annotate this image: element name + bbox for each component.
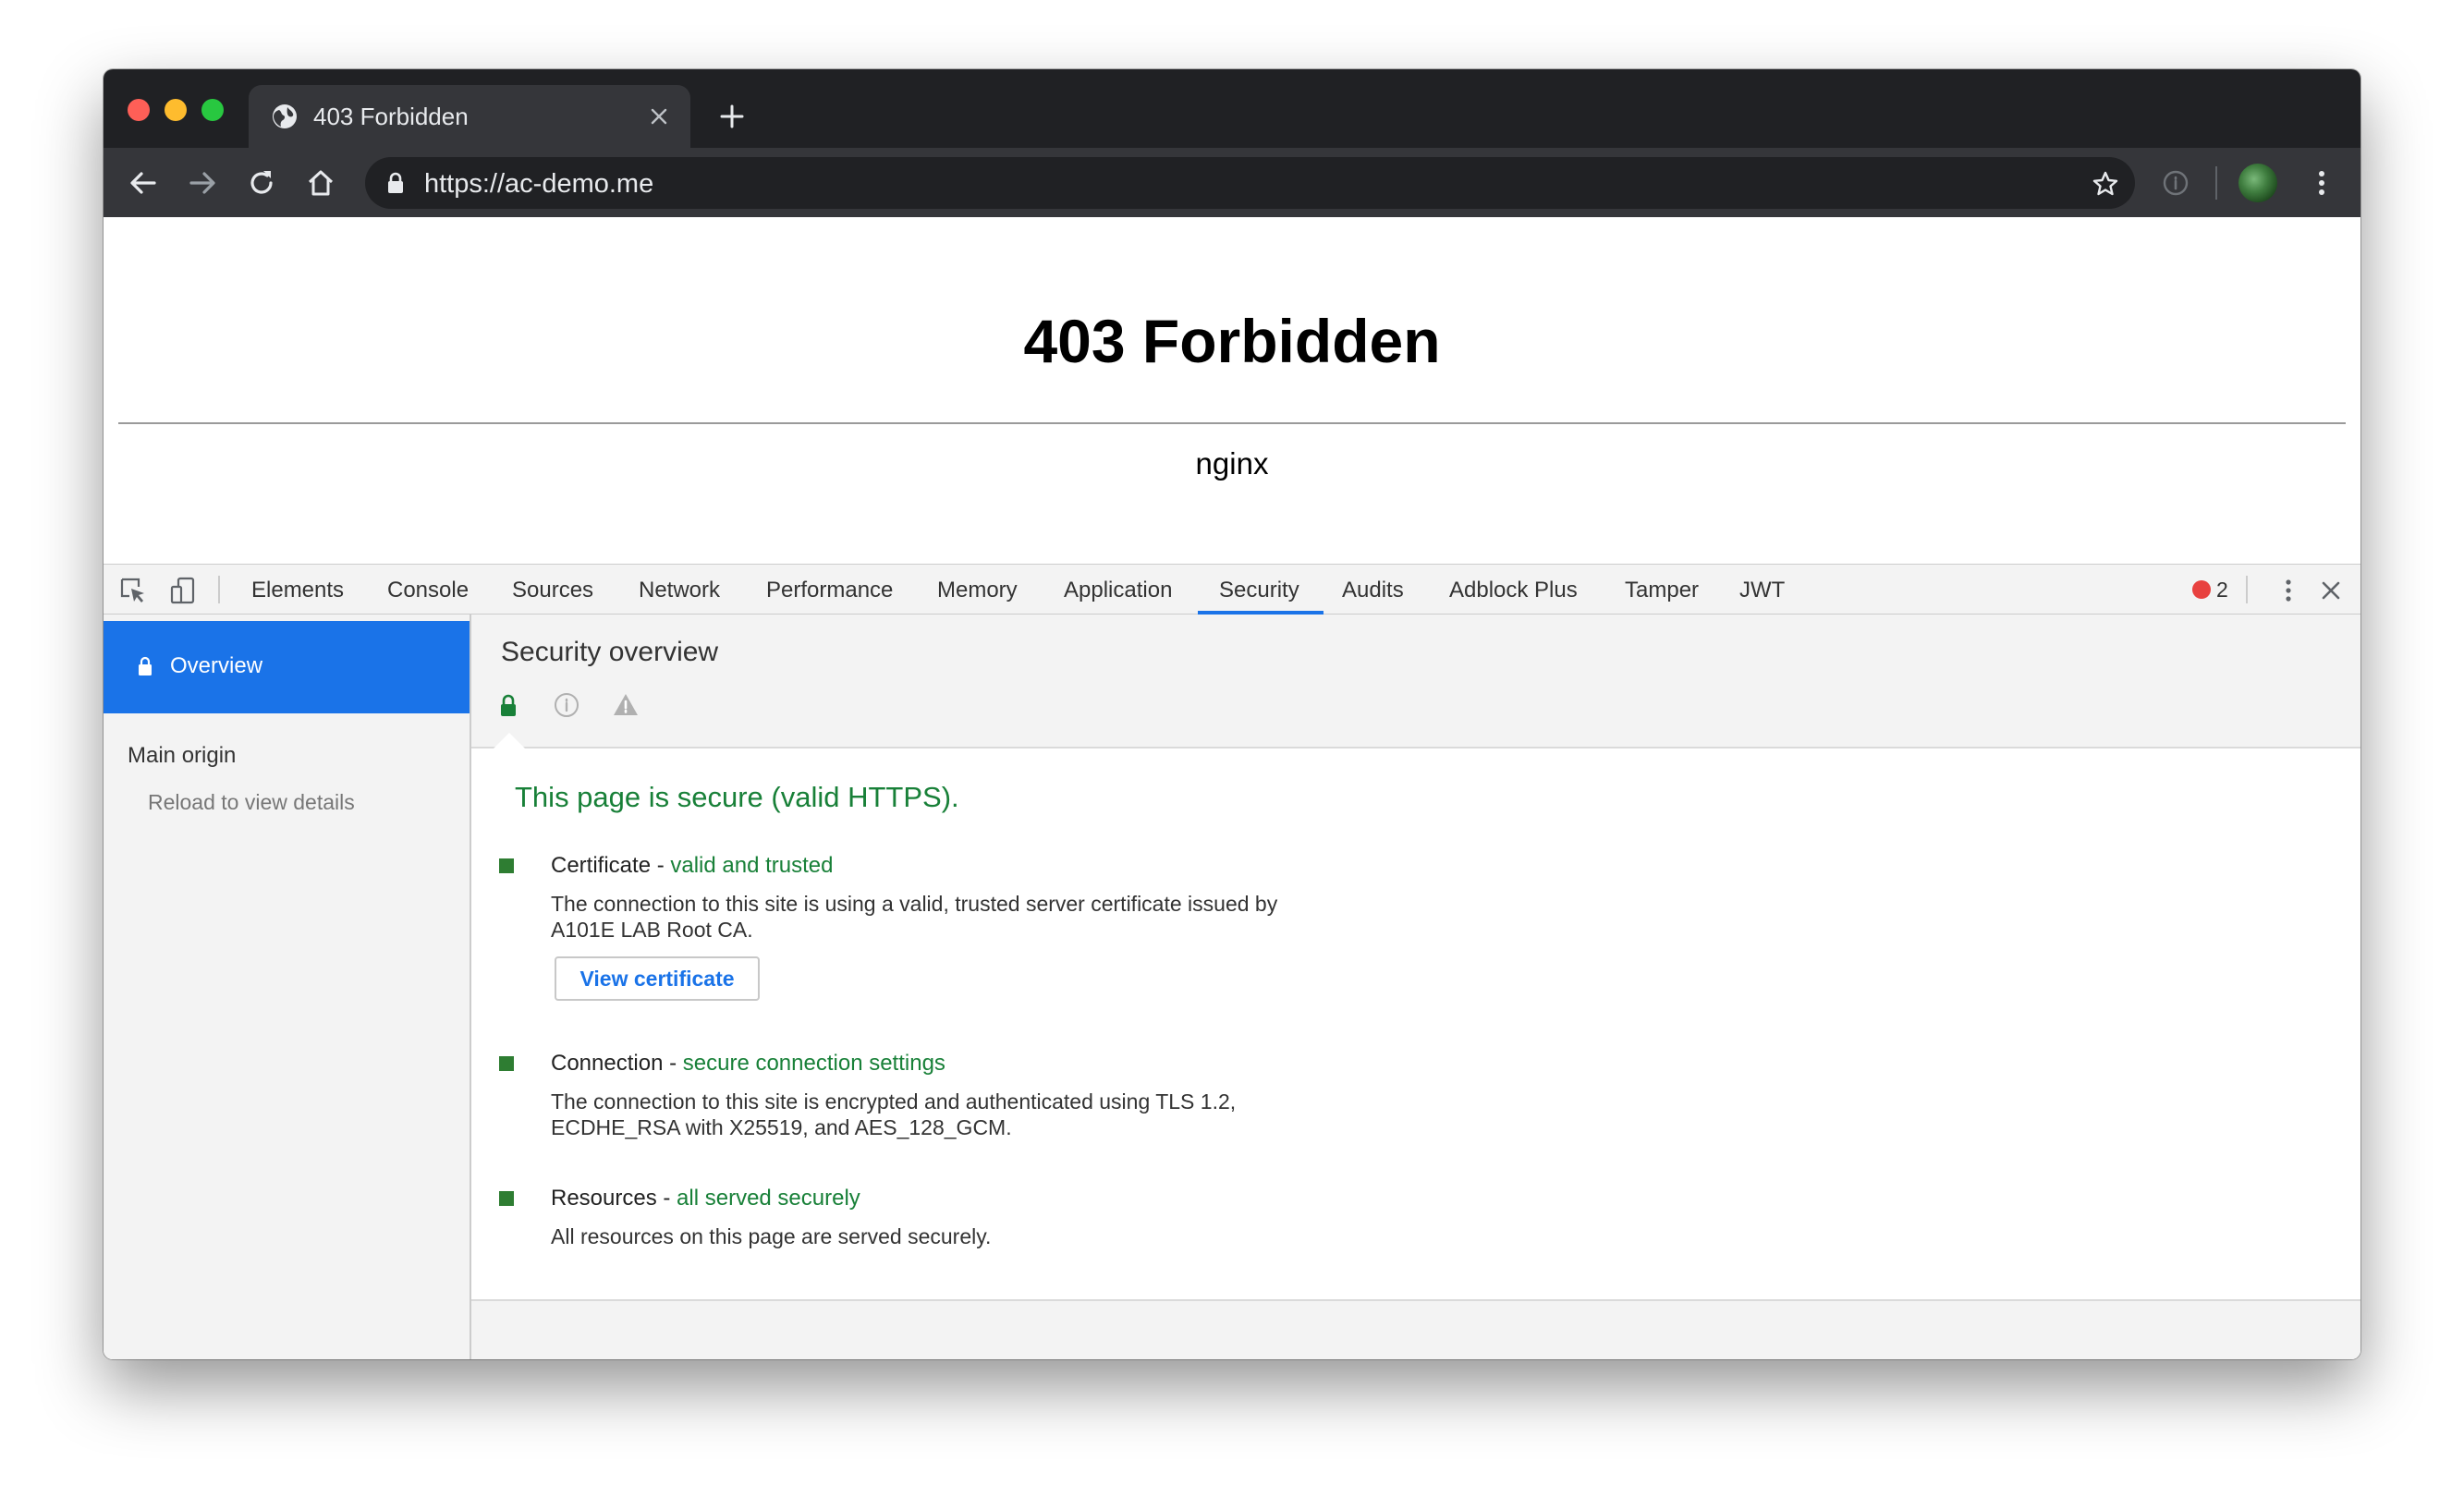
sidebar-item-reload[interactable]: Reload to view details (148, 787, 355, 817)
close-icon[interactable] (648, 105, 670, 128)
window-maximize-button[interactable] (201, 99, 224, 121)
star-icon[interactable] (2091, 169, 2120, 199)
devtools-tabbar: Elements Console Sources Network Perform… (104, 564, 2360, 615)
status-bullet (499, 1056, 514, 1071)
info-icon (555, 693, 579, 717)
security-sidebar: Overview Main origin Reload to view deta… (104, 615, 471, 1359)
url-text[interactable]: https://ac-demo.me (424, 169, 653, 199)
security-title: Security overview (501, 637, 719, 667)
tab-adblock-plus[interactable]: Adblock Plus (1449, 565, 1578, 615)
security-summary: This page is secure (valid HTTPS). (515, 781, 959, 813)
page-title: 403 Forbidden (1023, 307, 1441, 375)
item-name: Resources (551, 1186, 657, 1211)
item-status: all served securely (677, 1186, 860, 1211)
sidebar-item-label: Overview (170, 653, 263, 678)
error-icon (2192, 579, 2211, 599)
window-minimize-button[interactable] (165, 99, 187, 121)
item-name: Certificate (551, 853, 652, 878)
item-status: valid and trusted (670, 853, 834, 878)
error-counter[interactable]: 2 (2192, 576, 2228, 603)
item-description: The connection to this site is using a v… (551, 892, 1278, 942)
item-title: Connection - secure connection settings (551, 1050, 945, 1077)
tab-application[interactable]: Application (1064, 565, 1172, 615)
selected-indicator-caret (493, 733, 526, 749)
address-bar[interactable]: https://ac-demo.me (365, 157, 2135, 209)
tab-security[interactable]: Security (1219, 565, 1299, 615)
kebab-menu-icon[interactable] (2306, 167, 2337, 199)
lock-icon (139, 656, 152, 675)
tab-console[interactable]: Console (387, 565, 469, 615)
item-title: Certificate - valid and trusted (551, 852, 833, 880)
info-icon[interactable] (2160, 167, 2191, 199)
security-header: Security overview (471, 615, 2360, 749)
security-footer (471, 1301, 2360, 1359)
item-title: Resources - all served securely (551, 1185, 860, 1212)
toolbar-separator (2215, 166, 2217, 200)
tab-tamper[interactable]: Tamper (1625, 565, 1699, 615)
tab-jwt[interactable]: JWT (1739, 565, 1785, 615)
browser-window: 403 Forbidden https://ac-demo.me 403 For… (104, 69, 2360, 1359)
item-separator: - (651, 853, 671, 878)
lock-icon[interactable] (385, 172, 406, 194)
back-arrow-icon[interactable] (127, 166, 160, 200)
inspect-element-icon[interactable] (118, 576, 148, 605)
reload-icon[interactable] (245, 166, 278, 200)
status-bullet (499, 1191, 514, 1206)
sidebar-section-main-origin: Main origin (128, 743, 237, 768)
globe-icon (273, 104, 297, 128)
tab-sources[interactable]: Sources (512, 565, 593, 615)
item-description: All resources on this page are served se… (551, 1224, 992, 1248)
item-name: Connection (551, 1051, 664, 1076)
view-certificate-button[interactable]: View certificate (555, 956, 760, 1001)
tab-elements[interactable]: Elements (251, 565, 344, 615)
url-scheme: https:// (424, 169, 506, 199)
plus-icon[interactable] (718, 103, 746, 130)
browser-toolbar: https://ac-demo.me (104, 148, 2360, 217)
warning-icon (614, 694, 638, 715)
devtools-menu-icon[interactable] (2274, 576, 2303, 605)
error-count: 2 (2216, 578, 2228, 602)
server-name: nginx (1195, 446, 1269, 481)
sidebar-item-overview[interactable]: Overview (104, 621, 470, 713)
page-viewport: 403 Forbidden nginx (104, 217, 2360, 564)
device-toolbar-icon[interactable] (168, 576, 198, 605)
item-status: secure connection settings (682, 1051, 945, 1076)
tab-network[interactable]: Network (639, 565, 720, 615)
tab-audits[interactable]: Audits (1342, 565, 1404, 615)
tab-strip: 403 Forbidden (104, 69, 2360, 148)
home-icon[interactable] (304, 166, 337, 200)
tab-performance[interactable]: Performance (766, 565, 893, 615)
tab-title: 403 Forbidden (313, 103, 469, 130)
item-separator: - (663, 1051, 683, 1076)
window-close-button[interactable] (128, 99, 150, 121)
forward-arrow-icon[interactable] (186, 166, 219, 200)
tab-memory[interactable]: Memory (937, 565, 1018, 615)
browser-tab[interactable]: 403 Forbidden (249, 85, 690, 148)
devtools-panel: Elements Console Sources Network Perform… (104, 564, 2360, 1359)
page-divider (118, 422, 2346, 424)
avatar[interactable] (2238, 164, 2277, 202)
secure-lock-icon (501, 694, 516, 716)
item-description: The connection to this site is encrypted… (551, 1089, 1237, 1139)
url-host: ac-demo.me (505, 169, 654, 199)
security-details: This page is secure (valid HTTPS). Certi… (471, 748, 2360, 1301)
status-bullet (499, 858, 514, 873)
devtools-divider (218, 576, 220, 603)
devtools-divider-right (2246, 576, 2248, 603)
devtools-close-icon[interactable] (2316, 576, 2346, 605)
security-main-panel: Security overview This page is secure (v… (471, 615, 2360, 1359)
item-separator: - (656, 1186, 677, 1211)
